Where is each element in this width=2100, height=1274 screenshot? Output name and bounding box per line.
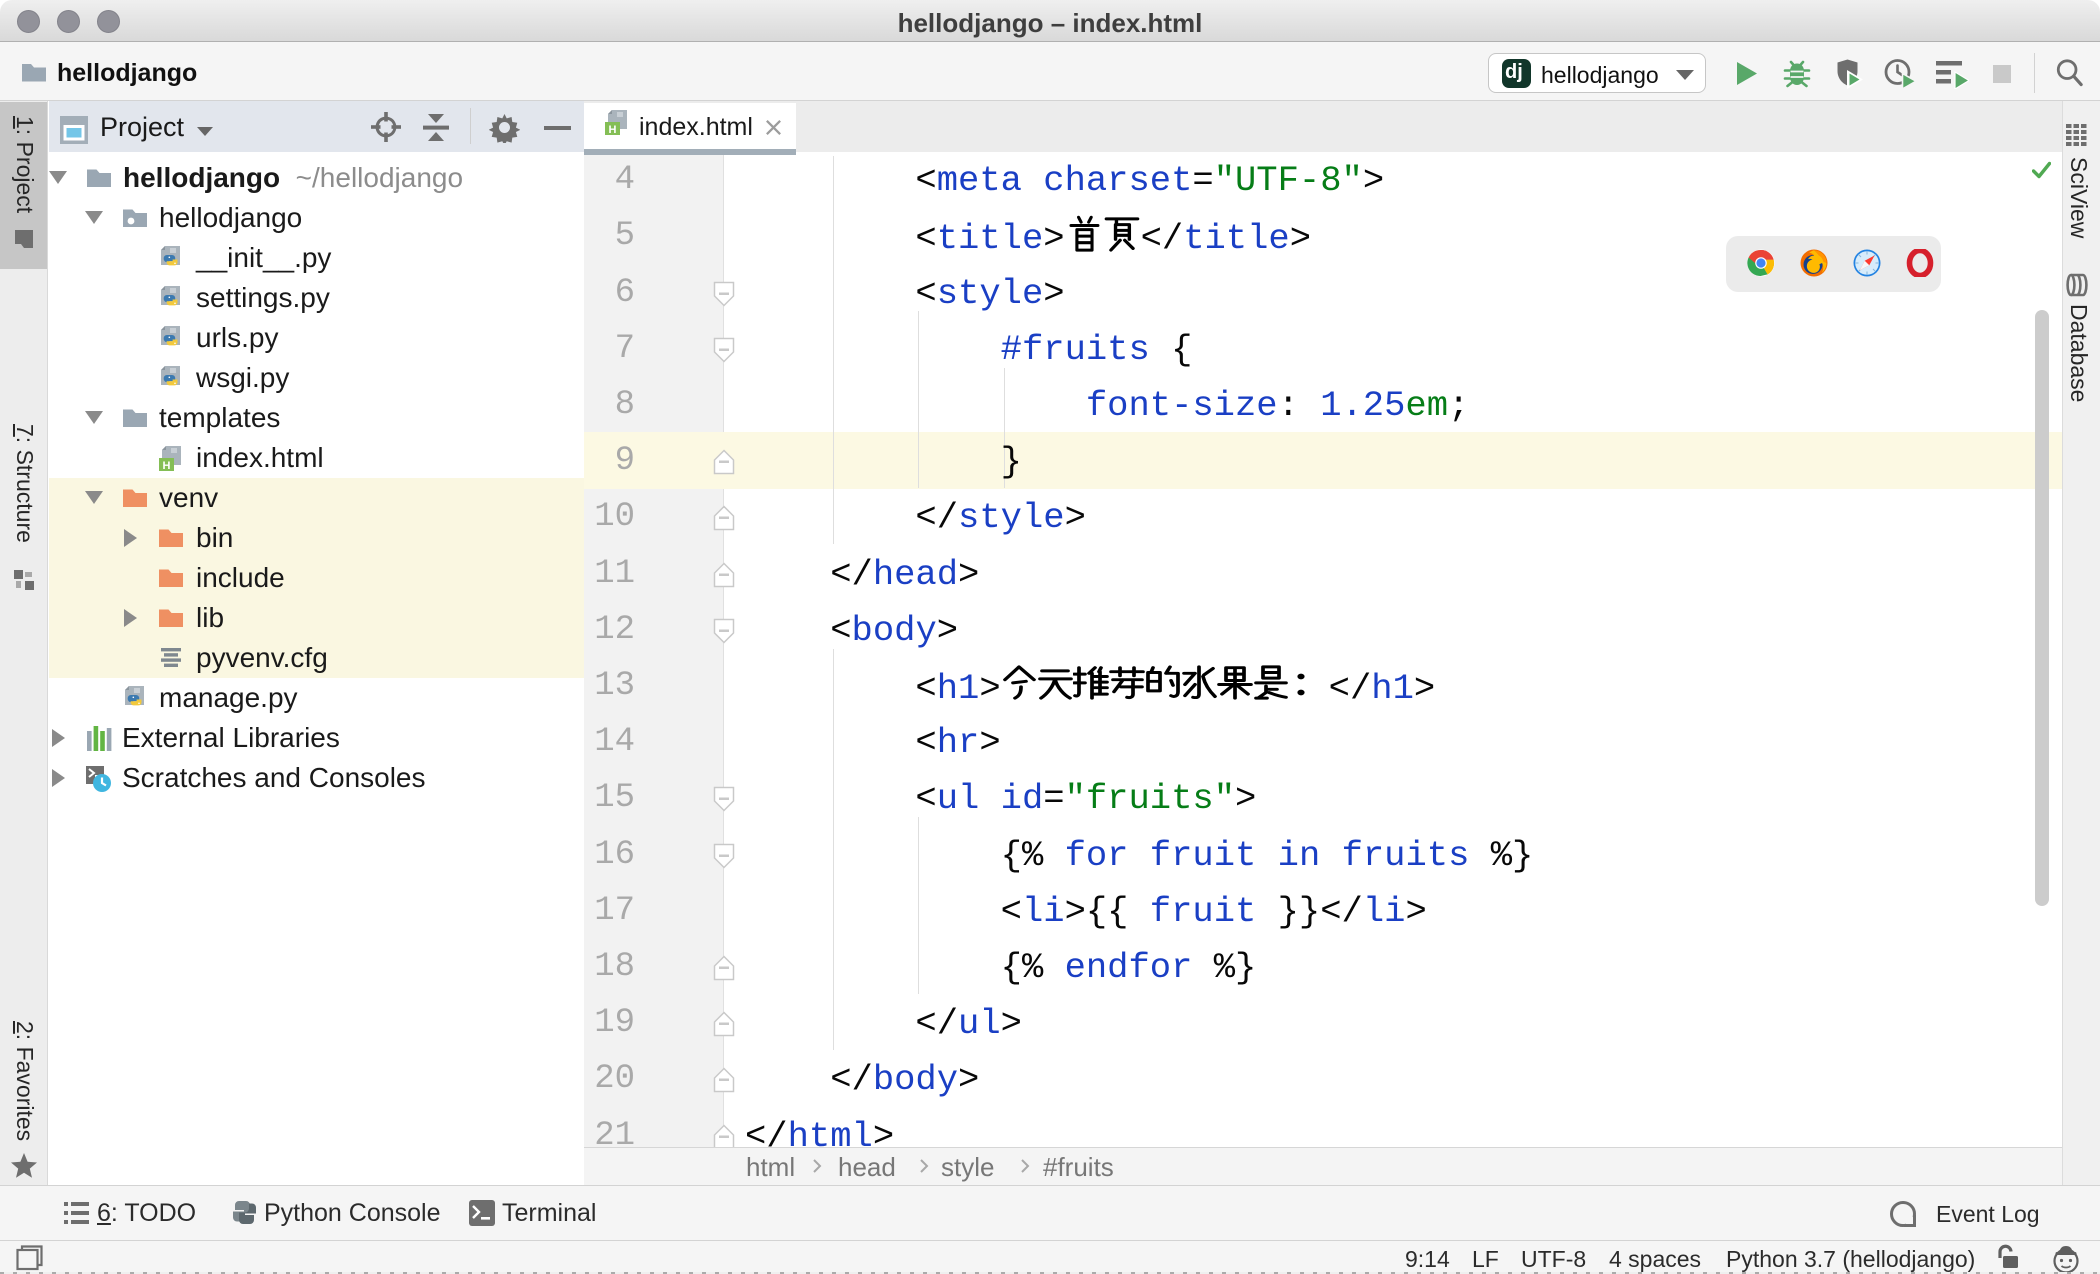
svg-text:H: H bbox=[163, 460, 171, 472]
svg-text:H: H bbox=[609, 124, 617, 136]
